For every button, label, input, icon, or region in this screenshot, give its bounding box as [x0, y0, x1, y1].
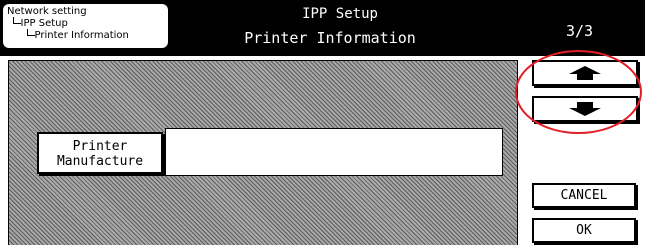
settings-panel: Printer Manufacture [8, 60, 518, 245]
printer-manufacture-label-line2: Manufacture [56, 154, 144, 169]
breadcrumb-item-printer-information-label: Printer Information [34, 30, 129, 41]
scroll-down-button[interactable] [532, 96, 638, 122]
breadcrumb-item-ipp-setup-label: IPP Setup [20, 18, 68, 29]
page-title: IPP Setup [302, 6, 378, 22]
ok-button[interactable]: OK [532, 218, 636, 243]
printer-manufacture-label-line1: Printer [72, 139, 128, 154]
page-subtitle: Printer Information [244, 29, 416, 47]
header-bar: Network setting IPP Setup Printer Inform… [0, 0, 645, 56]
arrow-down-icon [569, 102, 601, 116]
cancel-button[interactable]: CANCEL [532, 183, 636, 208]
breadcrumb-item-ipp-setup: IPP Setup [11, 18, 68, 29]
page-indicator: 3/3 [566, 22, 594, 40]
arrow-up-icon [569, 66, 601, 80]
printer-manufacture-button[interactable]: Printer Manufacture [37, 132, 163, 174]
breadcrumb-item-printer-information: Printer Information [25, 30, 129, 41]
printer-manufacture-field[interactable] [165, 128, 503, 176]
breadcrumb: Network setting IPP Setup Printer Inform… [3, 4, 168, 48]
scroll-up-button[interactable] [532, 60, 638, 86]
ipp-setup-screen: Network setting IPP Setup Printer Inform… [0, 0, 645, 245]
breadcrumb-item-network-setting: Network setting [7, 6, 87, 17]
